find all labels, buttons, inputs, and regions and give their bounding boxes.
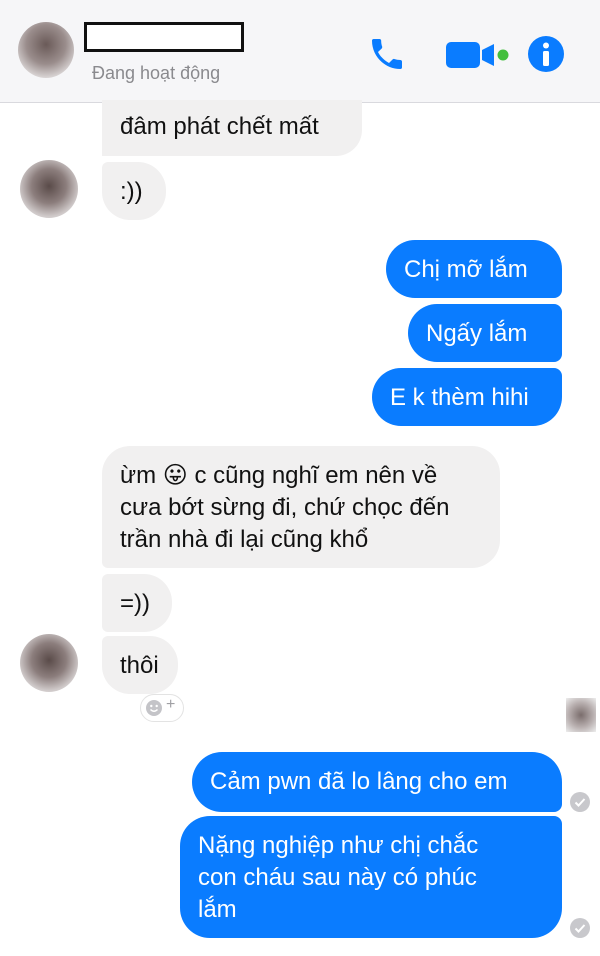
message-line: Nặng nghiệp như chị chắc — [198, 832, 479, 859]
message-bubble-incoming[interactable]: đâm phát chết mất — [102, 100, 362, 156]
message-bubble-incoming[interactable]: :)) — [102, 162, 166, 220]
sender-avatar[interactable] — [20, 634, 78, 692]
message-bubble-incoming[interactable]: ừm 😛 c cũng nghĩ em nên về cưa bớt sừng … — [102, 446, 500, 568]
contact-avatar[interactable] — [18, 22, 74, 78]
message-bubble-outgoing[interactable]: Cảm pwn đã lo lâng cho em — [192, 752, 562, 812]
message-bubble-outgoing[interactable]: E k thèm hihi — [372, 368, 562, 426]
phone-icon[interactable] — [367, 34, 407, 79]
message-line: lắm — [198, 896, 237, 923]
add-reaction-button[interactable]: + — [140, 694, 184, 722]
message-bubble-incoming[interactable]: =)) — [102, 574, 172, 632]
message-line: c cũng nghĩ em nên về — [194, 462, 438, 489]
seen-avatar — [566, 698, 596, 732]
message-bubble-outgoing[interactable]: Ngấy lắm — [408, 304, 562, 362]
message-bubble-outgoing[interactable]: Nặng nghiệp như chị chắc con cháu sau nà… — [180, 816, 562, 938]
message-line: con cháu sau này có phúc — [198, 864, 477, 891]
sender-avatar[interactable] — [20, 160, 78, 218]
message-line: trần nhà đi lại cũng khổ — [120, 526, 369, 553]
message-line: ừm — [120, 462, 157, 489]
active-status: Đang hoạt động — [92, 63, 221, 83]
message-bubble-incoming[interactable]: thôi — [102, 636, 178, 694]
delivered-check-icon — [570, 792, 590, 812]
add-reaction-label: + — [166, 696, 176, 713]
info-icon[interactable] — [527, 35, 565, 78]
message-line: cưa bớt sừng đi, chứ chọc đến — [120, 494, 450, 521]
video-camera-icon[interactable] — [446, 40, 510, 75]
message-bubble-outgoing[interactable]: Chị mỡ lắm — [386, 240, 562, 298]
contact-name-redacted — [84, 22, 244, 52]
chat-header: Đang hoạt động — [0, 0, 600, 103]
tongue-emoji: 😛 — [162, 462, 188, 489]
delivered-check-icon — [570, 918, 590, 938]
